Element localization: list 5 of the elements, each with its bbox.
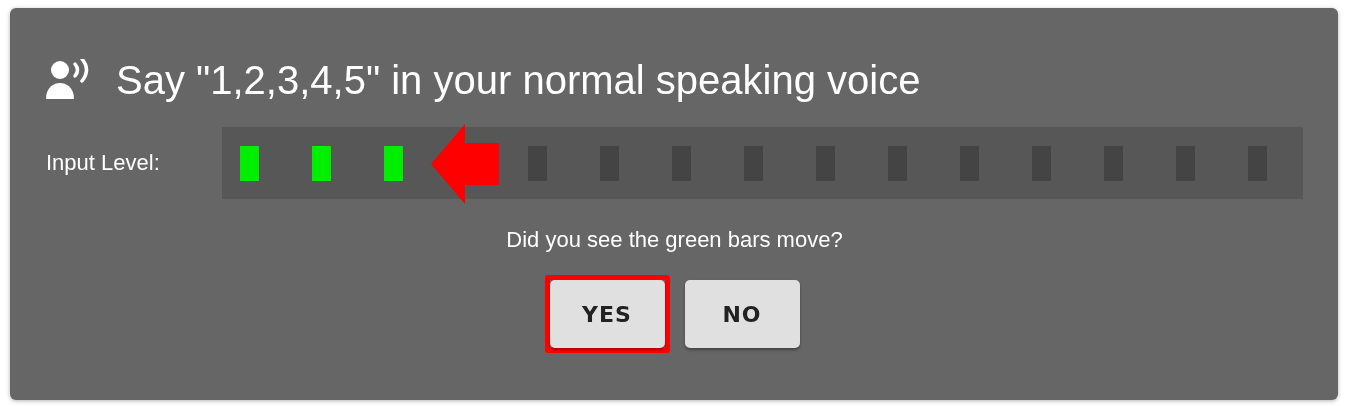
question-text: Did you see the green bars move? <box>505 227 844 253</box>
yes-button[interactable]: YES <box>549 280 665 348</box>
input-level-label: Input Level: <box>46 150 161 176</box>
no-button[interactable]: NO <box>684 280 800 348</box>
dialog-title: Say "1,2,3,4,5" in your normal speaking voice <box>116 57 921 103</box>
